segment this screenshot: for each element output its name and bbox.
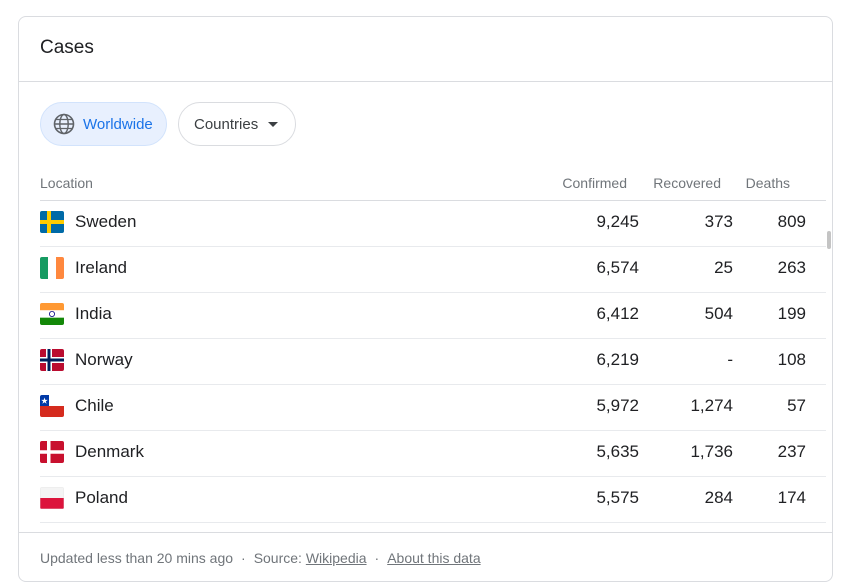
scrollbar-thumb[interactable] (827, 231, 831, 249)
sweden-flag-icon (40, 211, 64, 233)
table-row[interactable]: India 6,412 504 199 (40, 293, 826, 339)
dropdown-arrow-icon (268, 121, 279, 127)
source-label: Source: (253, 550, 302, 566)
table-row[interactable]: Sweden 9,245 373 809 (40, 201, 826, 247)
table-header: Location Confirmed Recovered Deaths (40, 175, 810, 201)
chile-flag-icon (40, 395, 64, 417)
column-header-confirmed[interactable]: Confirmed (562, 175, 627, 191)
country-name: Poland (75, 488, 128, 507)
countries-label: Countries (194, 115, 259, 133)
cases-card: Cases Worldwide Countries Location Confi… (18, 16, 833, 582)
deaths-value: 174 (777, 488, 806, 507)
table-row[interactable]: Ireland 6,574 25 263 (40, 247, 826, 293)
confirmed-value: 6,574 (596, 258, 639, 277)
worldwide-chip[interactable]: Worldwide (40, 102, 167, 146)
ireland-flag-icon (40, 257, 64, 279)
card-title: Cases (40, 37, 94, 58)
deaths-value: 809 (777, 212, 806, 231)
footer: Updated less than 20 mins ago · Source: Wi… (40, 550, 481, 566)
recovered-value: 25 (714, 258, 733, 277)
norway-flag-icon (40, 349, 64, 371)
country-name: Denmark (75, 442, 144, 461)
cases-table-body: Sweden 9,245 373 809 Ireland 6,574 25 26… (40, 201, 826, 532)
deaths-value: 108 (777, 350, 806, 369)
separator: · (241, 550, 246, 566)
recovered-value: 284 (704, 488, 733, 507)
column-header-recovered[interactable]: Recovered (653, 175, 721, 191)
country-name: Norway (75, 350, 133, 369)
poland-flag-icon (40, 487, 64, 509)
confirmed-value: 6,219 (596, 350, 639, 369)
confirmed-value: 9,245 (596, 212, 639, 231)
confirmed-value: 6,412 (596, 304, 639, 323)
country-name: India (75, 304, 112, 323)
worldwide-label: Worldwide (83, 115, 153, 133)
recovered-value: - (727, 350, 733, 369)
table-row[interactable]: Denmark 5,635 1,736 237 (40, 431, 826, 477)
wikipedia-link[interactable]: Wikipedia (306, 550, 367, 566)
column-header-deaths[interactable]: Deaths (746, 175, 790, 191)
denmark-flag-icon (40, 441, 64, 463)
country-name: Chile (75, 396, 114, 415)
deaths-value: 57 (787, 396, 806, 415)
deaths-value: 237 (777, 442, 806, 461)
header-divider (19, 81, 832, 82)
table-row[interactable]: Poland 5,575 284 174 (40, 477, 826, 523)
separator: · (374, 550, 380, 566)
confirmed-value: 5,635 (596, 442, 639, 461)
recovered-value: 1,736 (690, 442, 733, 461)
recovered-value: 1,274 (690, 396, 733, 415)
deaths-value: 199 (777, 304, 806, 323)
india-flag-icon (40, 303, 64, 325)
about-data-link[interactable]: About this data (387, 550, 480, 566)
table-row[interactable]: Norway 6,219 - 108 (40, 339, 826, 385)
countries-dropdown[interactable]: Countries (178, 102, 296, 146)
recovered-value: 373 (704, 212, 733, 231)
table-row[interactable]: Chile 5,972 1,274 57 (40, 385, 826, 431)
confirmed-value: 5,575 (596, 488, 639, 507)
recovered-value: 504 (704, 304, 733, 323)
deaths-value: 263 (777, 258, 806, 277)
country-name: Ireland (75, 258, 127, 277)
confirmed-value: 5,972 (596, 396, 639, 415)
footer-divider (19, 532, 832, 533)
updated-text: Updated less than 20 mins ago (40, 550, 234, 566)
globe-icon (53, 113, 75, 135)
column-header-location[interactable]: Location (40, 175, 93, 191)
country-name: Sweden (75, 212, 137, 231)
